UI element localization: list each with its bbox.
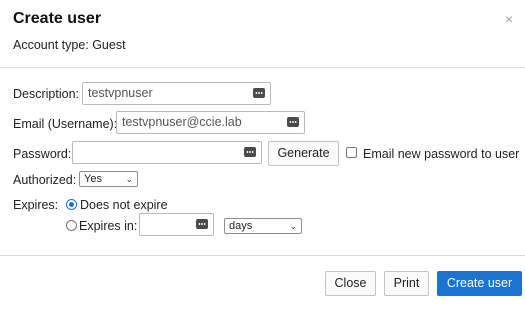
create-user-button[interactable]: Create user xyxy=(437,271,522,296)
description-label: Description: xyxy=(13,87,79,101)
generate-button[interactable]: Generate xyxy=(268,141,339,166)
create-user-dialog: Create user × Account type: Guest Descri… xyxy=(0,0,525,309)
description-value: testvpnuser xyxy=(88,86,153,100)
authorized-value: Yes xyxy=(84,173,102,185)
expires-in-radio[interactable] xyxy=(66,220,77,231)
description-input[interactable]: testvpnuser xyxy=(82,82,271,105)
close-button[interactable]: Close xyxy=(325,271,376,296)
email-value: testvpnuser@ccie.lab xyxy=(122,115,242,129)
password-input[interactable] xyxy=(72,141,262,164)
authorized-select[interactable]: Yes ⌄ xyxy=(79,171,138,187)
password-dots-icon[interactable] xyxy=(253,88,265,98)
password-label: Password: xyxy=(13,147,72,161)
expires-unit-select[interactable]: days ⌄ xyxy=(224,218,302,234)
footer-divider xyxy=(0,255,525,256)
does-not-expire-radio[interactable] xyxy=(66,199,77,210)
email-password-checkbox[interactable] xyxy=(346,147,357,158)
header-divider xyxy=(0,67,525,68)
print-button[interactable]: Print xyxy=(384,271,429,296)
close-icon[interactable]: × xyxy=(505,11,513,27)
email-input[interactable]: testvpnuser@ccie.lab xyxy=(116,111,305,134)
authorized-label: Authorized: xyxy=(13,173,77,187)
expires-unit-value: days xyxy=(229,220,253,232)
account-type-text: Account type: Guest xyxy=(13,38,126,52)
chevron-down-icon: ⌄ xyxy=(289,221,297,231)
email-label: Email (Username): xyxy=(13,117,118,131)
password-dots-icon[interactable] xyxy=(244,147,256,157)
expires-in-input[interactable] xyxy=(139,213,214,236)
dialog-title: Create user xyxy=(13,10,102,27)
email-password-label[interactable]: Email new password to user xyxy=(363,147,519,161)
password-dots-icon[interactable] xyxy=(196,219,208,229)
does-not-expire-label[interactable]: Does not expire xyxy=(80,198,168,212)
chevron-down-icon: ⌄ xyxy=(125,174,133,184)
expires-in-label[interactable]: Expires in: xyxy=(79,219,137,233)
expires-label: Expires: xyxy=(13,198,59,212)
password-dots-icon[interactable] xyxy=(287,117,299,127)
